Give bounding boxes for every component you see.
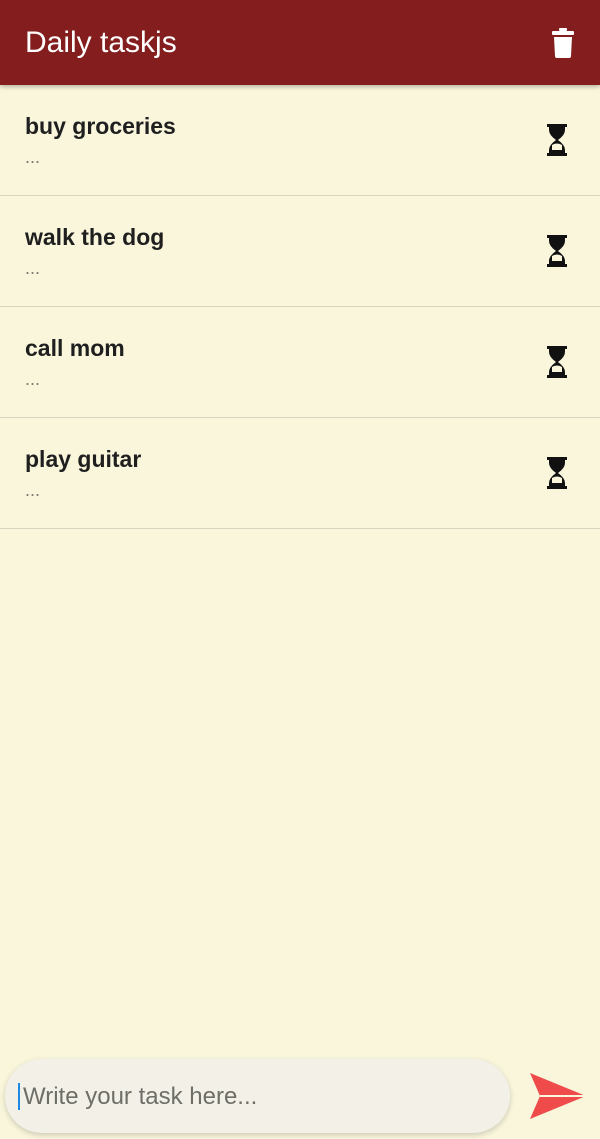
task-subtitle: ... [25, 258, 41, 278]
task-title: call mom [25, 335, 125, 361]
task-title: walk the dog [25, 224, 165, 250]
hourglass-icon[interactable] [547, 457, 567, 489]
task-subtitle: ... [25, 147, 41, 167]
task-subtitle: ... [25, 369, 41, 389]
task-input[interactable] [21, 1059, 495, 1135]
send-icon[interactable] [530, 1073, 586, 1119]
hourglass-icon[interactable] [547, 235, 567, 267]
text-cursor [18, 1083, 20, 1110]
task-title: play guitar [25, 446, 142, 472]
task-item[interactable]: call mom ... [0, 307, 600, 418]
hourglass-icon[interactable] [547, 124, 567, 156]
task-item[interactable]: walk the dog ... [0, 196, 600, 307]
page-title: Daily taskjs [25, 26, 177, 59]
task-list: buy groceries ... walk the dog ... call … [0, 85, 600, 529]
task-title: buy groceries [25, 113, 176, 139]
app-bar: Daily taskjs [0, 0, 600, 85]
hourglass-icon[interactable] [547, 346, 567, 378]
task-item[interactable]: buy groceries ... [0, 85, 600, 196]
task-subtitle: ... [25, 480, 41, 500]
app-screen: Daily taskjs buy groceries ... walk the … [0, 0, 600, 1139]
task-item[interactable]: play guitar ... [0, 418, 600, 529]
task-composer [5, 1059, 510, 1135]
trash-icon[interactable] [551, 28, 575, 58]
